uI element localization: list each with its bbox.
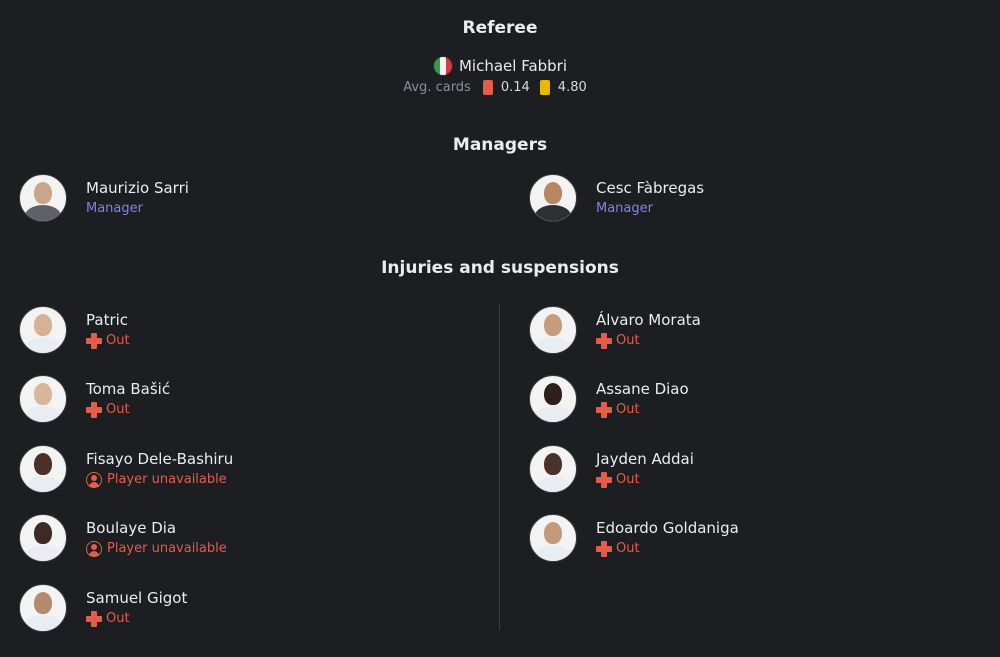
cross-icon — [86, 402, 102, 418]
referee-row: Michael Fabbri — [0, 56, 1000, 76]
injured-player-away[interactable]: Álvaro Morata Out — [529, 306, 701, 354]
player-name: Jayden Addai — [596, 450, 694, 468]
player-status: Out — [86, 610, 187, 628]
manager-role: Manager — [86, 201, 143, 216]
player-avatar — [19, 375, 67, 423]
player-status: Out — [596, 540, 739, 558]
injured-player-home[interactable]: Samuel Gigot Out — [19, 584, 187, 632]
player-name: Álvaro Morata — [596, 311, 701, 329]
injured-player-home[interactable]: Patric Out — [19, 306, 130, 354]
column-divider — [499, 304, 500, 630]
player-name: Edoardo Goldaniga — [596, 519, 739, 537]
referee-title: Referee — [462, 18, 538, 38]
player-avatar — [19, 445, 67, 493]
yellow-card-avg: 4.80 — [557, 80, 587, 95]
italy-flag-icon — [432, 56, 453, 76]
player-name: Boulaye Dia — [86, 519, 177, 537]
injured-player-home[interactable]: Fisayo Dele-Bashiru Player unavailable — [19, 445, 233, 493]
player-name: Assane Diao — [596, 380, 689, 398]
player-avatar — [529, 514, 577, 562]
red-card-avg: 0.14 — [500, 80, 530, 95]
avg-cards-label: Avg. cards — [403, 80, 471, 95]
player-name: Toma Bašić — [86, 380, 171, 398]
cross-icon — [596, 402, 612, 418]
player-status: Out — [86, 401, 170, 419]
managers-title: Managers — [452, 135, 548, 155]
cross-icon — [86, 611, 102, 627]
injured-player-away[interactable]: Jayden Addai Out — [529, 445, 694, 493]
manager-avatar — [529, 174, 577, 222]
manager-role: Manager — [596, 201, 653, 216]
player-status: Out — [86, 332, 130, 350]
manager-away[interactable]: Cesc Fàbregas Manager — [529, 174, 704, 222]
player-name: Patric — [86, 311, 129, 329]
red-card-icon — [482, 80, 493, 95]
injured-player-away[interactable]: Edoardo Goldaniga Out — [529, 514, 739, 562]
player-avatar — [529, 445, 577, 493]
player-status: Out — [596, 471, 694, 489]
cross-icon — [596, 333, 612, 349]
manager-avatar — [19, 174, 67, 222]
manager-home[interactable]: Maurizio Sarri Manager — [19, 174, 189, 222]
player-avatar — [19, 306, 67, 354]
injured-player-home[interactable]: Boulaye Dia Player unavailable — [19, 514, 227, 562]
referee-name[interactable]: Michael Fabbri — [459, 57, 567, 75]
player-status: Player unavailable — [86, 540, 227, 558]
injured-player-home[interactable]: Toma Bašić Out — [19, 375, 170, 423]
player-avatar — [529, 306, 577, 354]
player-status: Out — [596, 332, 701, 350]
yellow-card-icon — [539, 80, 550, 95]
person-unavailable-icon — [86, 541, 102, 557]
referee-avg-cards: Avg. cards 0.14 4.80 — [0, 80, 1000, 95]
person-unavailable-icon — [86, 472, 102, 488]
player-status: Player unavailable — [86, 471, 233, 489]
injuries-title: Injuries and suspensions — [381, 258, 619, 278]
cross-icon — [86, 333, 102, 349]
player-status: Out — [596, 401, 689, 419]
player-avatar — [19, 584, 67, 632]
player-avatar — [529, 375, 577, 423]
player-avatar — [19, 514, 67, 562]
cross-icon — [596, 541, 612, 557]
player-name: Fisayo Dele-Bashiru — [86, 450, 234, 468]
cross-icon — [596, 472, 612, 488]
player-name: Samuel Gigot — [86, 589, 188, 607]
injured-player-away[interactable]: Assane Diao Out — [529, 375, 689, 423]
manager-name: Cesc Fàbregas — [596, 179, 705, 197]
manager-name: Maurizio Sarri — [86, 179, 189, 197]
